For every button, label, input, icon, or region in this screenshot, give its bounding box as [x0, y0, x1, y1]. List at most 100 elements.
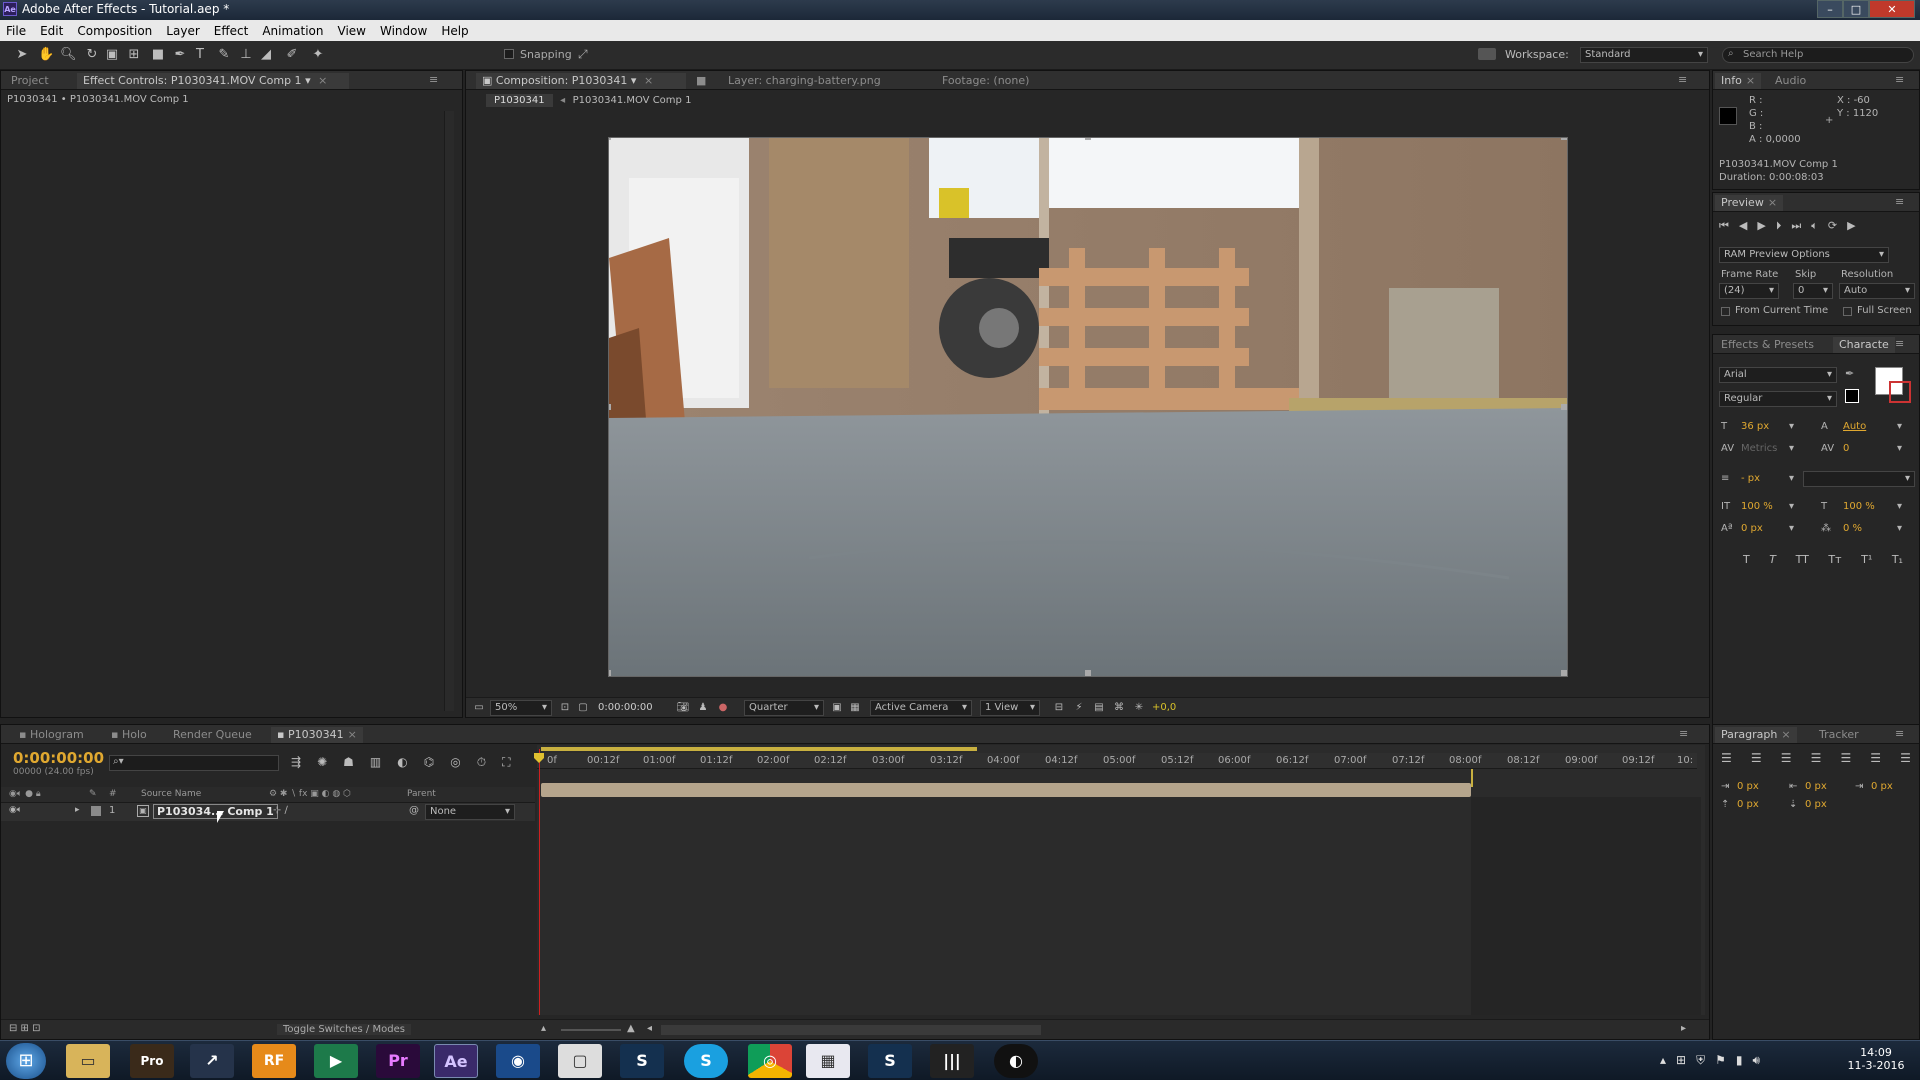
taskbar-app-graph[interactable]: ↗ [190, 1044, 234, 1078]
tab-effects-presets[interactable]: Effects & Presets [1715, 337, 1820, 353]
transform-handle[interactable] [609, 138, 611, 140]
parent-select[interactable]: None ▾ [425, 804, 515, 820]
show-snapshot-icon[interactable]: ♟ [696, 701, 710, 715]
panel-menu-icon[interactable]: ≡ [1895, 195, 1904, 208]
work-area-bar[interactable] [541, 747, 977, 751]
tsume-value[interactable]: 0 % [1843, 523, 1862, 534]
layer-name[interactable]: P103034... Comp 1 [153, 804, 278, 819]
taskbar-app-rf[interactable]: RF [252, 1044, 296, 1078]
menu-edit[interactable]: Edit [40, 24, 63, 38]
dropdown-icon[interactable]: ▾ [1789, 473, 1794, 484]
frame-rate-select[interactable]: (24) ▾ [1719, 283, 1779, 299]
hand-tool-icon[interactable]: ✋ [38, 47, 54, 63]
work-area-end-marker[interactable] [1471, 769, 1473, 787]
magnification-select[interactable]: 50% ▾ [490, 700, 552, 716]
indent-first-value[interactable]: 0 px [1805, 781, 1827, 792]
puppet-tool-icon[interactable]: ✦ [310, 47, 326, 63]
next-frame-icon[interactable]: ⏵ [1776, 219, 1782, 235]
tab-dropdown-icon[interactable]: ▾ [631, 74, 637, 87]
tab-footage[interactable]: Footage: (none) [936, 73, 1035, 89]
leading-value[interactable]: Auto [1843, 421, 1866, 432]
justify-last-left-icon[interactable]: ☰ [1811, 751, 1822, 765]
roto-brush-tool-icon[interactable]: ✐ [284, 47, 300, 63]
dropdown-icon[interactable]: ▾ [1789, 443, 1794, 454]
transform-handle[interactable] [1561, 404, 1567, 410]
zoom-tool-icon[interactable]: 🔍︎ [60, 47, 77, 63]
resolution-select[interactable]: Quarter ▾ [744, 700, 824, 716]
visibility-icon[interactable]: ◉🔈︎ [9, 805, 22, 815]
mask-visibility-icon[interactable]: ▢ [576, 701, 590, 715]
parent-header[interactable]: Parent [407, 789, 436, 799]
menu-file[interactable]: File [6, 24, 26, 38]
hide-shy-layers-icon[interactable]: ☗ [343, 755, 354, 770]
expand-collapse-icons[interactable]: ⊟ ⊞ ⊡ [9, 1023, 41, 1034]
transform-handle[interactable] [1085, 138, 1091, 140]
taskbar-app-steam-like[interactable]: S [620, 1044, 664, 1078]
minimize-button[interactable]: – [1817, 0, 1843, 18]
exposure-value[interactable]: +0,0 [1152, 702, 1176, 713]
font-style-select[interactable]: Regular ▾ [1719, 391, 1837, 407]
view-layout-select[interactable]: 1 View ▾ [980, 700, 1040, 716]
auto-keyframe-icon[interactable]: ◎ [450, 755, 460, 770]
tab-layer[interactable]: Layer: charging-battery.png [722, 73, 887, 89]
taskbar-app-audio[interactable]: ||| [930, 1044, 974, 1078]
space-after-value[interactable]: 0 px [1805, 799, 1827, 810]
brainstorm-icon[interactable]: ⌬ [424, 755, 434, 770]
exposure-icon[interactable]: ✳ [1132, 701, 1146, 715]
type-tool-icon[interactable]: T [192, 47, 208, 63]
region-of-interest-icon[interactable]: ▣ [830, 701, 844, 715]
layer-row[interactable]: ◉🔈︎ ▸ 1 ▣ P103034... Comp 1 ⊹ ∕ @ None ▾ [1, 803, 535, 821]
scroll-right-icon[interactable]: ▸ [1681, 1023, 1686, 1034]
ram-preview-options-select[interactable]: RAM Preview Options ▾ [1719, 247, 1889, 263]
faux-bold-button[interactable]: T [1743, 553, 1750, 566]
panel-menu-icon[interactable]: ≡ [1895, 337, 1904, 350]
timeline-graph-area[interactable]: 0f 00:12f 01:00f 01:12f 02:00f 02:12f 03… [534, 745, 1705, 1015]
chrome-icon[interactable]: ◎ [748, 1044, 792, 1078]
tab-hologram[interactable]: ▪ Hologram [13, 727, 90, 743]
taskbar-app-white[interactable]: ▢ [558, 1044, 602, 1078]
tab-effect-controls[interactable]: Effect Controls: P1030341.MOV Comp 1 ▾ × [77, 73, 349, 89]
transform-handle[interactable] [1085, 670, 1091, 676]
font-family-select[interactable]: Arial ▾ [1719, 367, 1837, 383]
rectangle-tool-icon[interactable]: ■ [150, 47, 166, 63]
close-icon[interactable]: × [318, 74, 327, 87]
close-icon[interactable]: × [644, 74, 653, 87]
label-color-swatch[interactable] [91, 806, 101, 816]
panel-menu-icon[interactable]: ≡ [1895, 727, 1904, 740]
camera-tool-icon[interactable]: ▣ [104, 47, 120, 63]
dropdown-icon[interactable]: ▾ [1897, 421, 1902, 432]
premiere-pro-icon[interactable]: Pr [376, 1044, 420, 1078]
taskbar-clock[interactable]: 14:09 11-3-2016 [1846, 1046, 1906, 1072]
horizontal-scale-value[interactable]: 100 % [1843, 501, 1875, 512]
full-screen-checkbox[interactable] [1843, 307, 1852, 316]
always-preview-icon[interactable]: ▭ [472, 701, 486, 715]
dropdown-icon[interactable]: ▾ [1789, 523, 1794, 534]
menu-window[interactable]: Window [380, 24, 427, 38]
transform-handle[interactable] [609, 670, 611, 676]
maximize-button[interactable]: □ [1843, 0, 1869, 18]
taskbar-app-green[interactable]: ▶ [314, 1044, 358, 1078]
tracking-value[interactable]: 0 [1843, 443, 1849, 454]
first-frame-icon[interactable]: ⏮ [1719, 219, 1729, 235]
panel-menu-icon[interactable]: ≡ [1678, 73, 1687, 86]
pickwhip-icon[interactable]: @ [409, 805, 419, 816]
transform-handle[interactable] [609, 404, 611, 410]
panel-menu-icon[interactable]: ≡ [429, 73, 438, 86]
camera-select[interactable]: Active Camera ▾ [870, 700, 972, 716]
subscript-button[interactable]: T₁ [1892, 553, 1903, 566]
title-safe-icon[interactable]: ⊡ [558, 701, 572, 715]
all-caps-button[interactable]: TT [1796, 553, 1809, 566]
loop-icon[interactable]: ⟳ [1828, 219, 1837, 235]
ram-preview-icon[interactable]: ▶︎ [1847, 219, 1855, 235]
tab-audio[interactable]: Audio [1769, 73, 1812, 89]
horizontal-scrollbar[interactable] [661, 1025, 1041, 1035]
play-icon[interactable]: ▶︎ [1757, 219, 1765, 235]
justify-last-center-icon[interactable]: ☰ [1840, 751, 1851, 765]
time-ruler[interactable]: 0f 00:12f 01:00f 01:12f 02:00f 02:12f 03… [537, 753, 1697, 769]
previous-frame-icon[interactable]: ◀︎ [1739, 219, 1747, 235]
superscript-button[interactable]: T¹ [1861, 553, 1872, 566]
indent-right-value[interactable]: 0 px [1871, 781, 1893, 792]
tray-network-icon[interactable]: ▮ [1736, 1053, 1743, 1068]
tab-holo[interactable]: ▪ Holo [105, 727, 153, 743]
layer-switches[interactable]: ⊹ ∕ [273, 805, 288, 816]
